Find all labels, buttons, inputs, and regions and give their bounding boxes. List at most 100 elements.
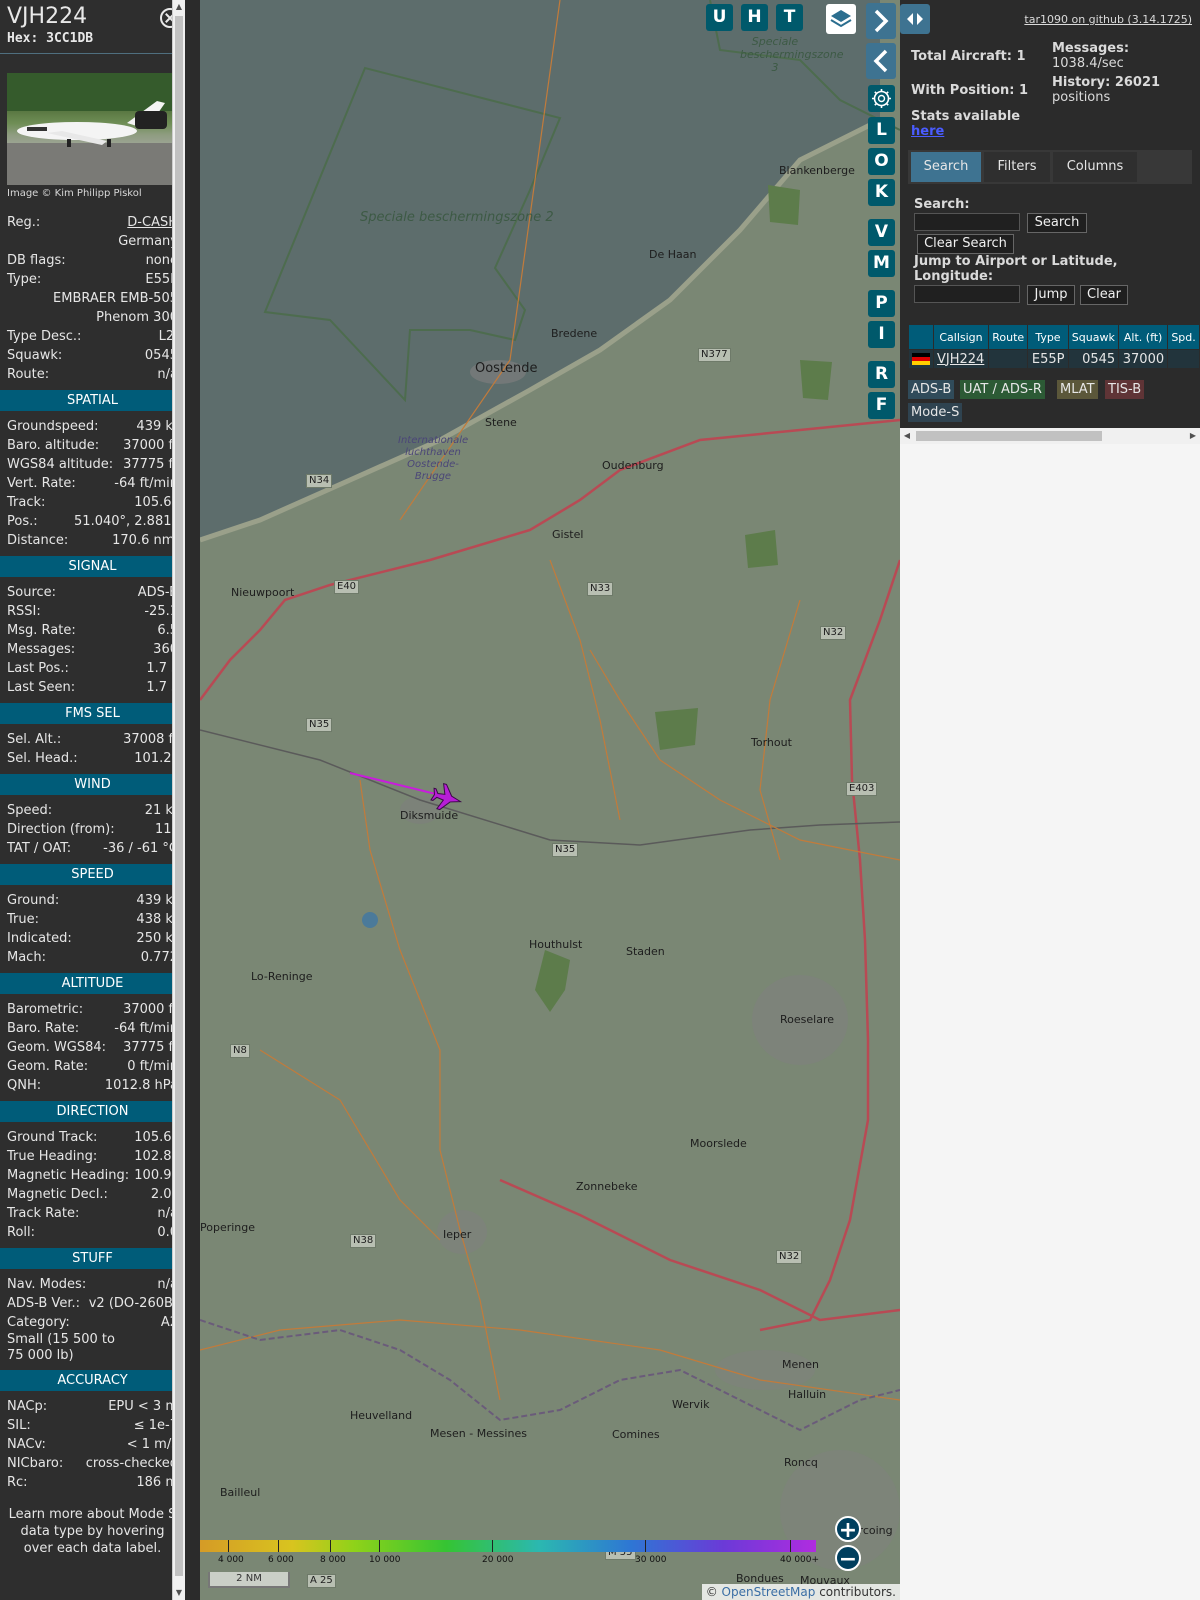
info-row: Sel. Head.: 101.2° (0, 749, 185, 768)
column-header-route[interactable]: Route (987, 324, 1029, 350)
altitude-legend-label: 8 000 (320, 1540, 346, 1565)
info-row-label: Magnetic Decl.: (7, 1187, 108, 1202)
info-row: Magnetic Heading: 100.9° (0, 1166, 185, 1185)
map-view[interactable]: Speciale beschermingszone 2 Speciale bes… (200, 0, 900, 1600)
info-row: Vert. Rate: -64 ft/min (0, 474, 185, 493)
info-row: Type: E55P (0, 270, 185, 289)
info-row-label: Roll: (7, 1225, 36, 1240)
zoom-out-button[interactable]: − (835, 1545, 861, 1572)
map-button-v[interactable]: V (868, 219, 895, 246)
tab-columns[interactable]: Columns (1053, 152, 1137, 182)
jump-input[interactable] (914, 285, 1020, 303)
scroll-right-icon[interactable]: ▶ (1186, 428, 1200, 444)
info-row: Sel. Alt.: 37008 ft (0, 730, 185, 749)
info-row-label: Baro. altitude: (7, 438, 100, 453)
info-row-label: True Heading: (7, 1149, 98, 1164)
column-header-speed[interactable]: Spd. (1167, 324, 1200, 350)
row-callsign[interactable]: VJH224 (933, 349, 989, 369)
zoom-in-button[interactable]: + (835, 1516, 861, 1543)
info-row-value: Germany (118, 234, 178, 249)
layers-button[interactable] (826, 4, 856, 34)
info-row-value: < 1 m/s (126, 1437, 178, 1452)
map-button-u[interactable]: U (706, 4, 733, 31)
info-row-label: WGS84 altitude: (7, 457, 114, 472)
info-row-label: Last Seen: (7, 680, 76, 695)
info-row-label: Type: (7, 272, 42, 287)
scroll-thumb[interactable] (916, 431, 1102, 441)
tab-filters[interactable]: Filters (984, 152, 1050, 182)
source-tag-tisb[interactable]: TIS-B (1105, 380, 1145, 399)
map-button-o[interactable]: O (868, 148, 895, 175)
scroll-left-icon[interactable]: ◀ (900, 428, 914, 444)
info-row-value[interactable]: D-CASH (127, 213, 178, 232)
column-header-flag[interactable] (908, 324, 934, 350)
info-row-label: True: (7, 912, 39, 927)
table-header-row: Callsign Route Type Squawk Alt. (ft) Spd… (908, 324, 1200, 350)
source-tag-adsb[interactable]: ADS-B (908, 380, 955, 399)
aircraft-table: Callsign Route Type Squawk Alt. (ft) Spd… (908, 324, 1200, 369)
road-badge: N32 (776, 1250, 803, 1264)
attribution-prefix: © (705, 1585, 722, 1599)
chevron-left-icon (873, 49, 888, 73)
column-header-callsign[interactable]: Callsign (933, 324, 989, 350)
map-button-k[interactable]: K (868, 179, 895, 206)
info-row: Germany (0, 232, 185, 251)
row-altitude: 37000 (1118, 349, 1169, 369)
source-tag-mlat[interactable]: MLAT (1057, 380, 1098, 399)
map-button-h[interactable]: H (741, 4, 768, 31)
map-button-i[interactable]: I (868, 321, 895, 348)
attribution-link[interactable]: OpenStreetMap (722, 1585, 816, 1599)
source-tag-uat[interactable]: UAT / ADS-R (960, 380, 1045, 399)
road-badge: E40 (334, 580, 360, 594)
aircraft-photo[interactable] (7, 73, 178, 185)
chevron-right-icon (874, 9, 889, 33)
info-scrollbar[interactable]: ▲ ▼ (172, 0, 185, 1600)
scale-bar: 2 NM (208, 1572, 290, 1588)
map-button-f[interactable]: F (868, 392, 895, 419)
source-tag-modes[interactable]: Mode-S (908, 403, 963, 422)
section-header: SPEED (0, 864, 185, 885)
attribution-suffix: contributors. (815, 1585, 896, 1599)
info-row: RSSI: -25.1 (0, 602, 185, 621)
clear-button[interactable]: Clear (1080, 285, 1128, 305)
info-row-label: Distance: (7, 533, 69, 548)
messages-rate: 1038.4/sec (1052, 56, 1124, 71)
collapse-left-icon[interactable] (866, 43, 896, 79)
info-row: NACp: EPU < 3 m (0, 1397, 185, 1416)
jump-button[interactable]: Jump (1027, 285, 1075, 305)
table-row[interactable]: VJH224 E55P 0545 37000 (908, 349, 1200, 369)
history-label: History: 26021 (1052, 75, 1161, 90)
scroll-up-icon[interactable]: ▲ (173, 0, 185, 14)
map-button-r[interactable]: R (868, 361, 895, 388)
place-label: Blankenberge (779, 164, 855, 177)
map-button-t[interactable]: T (776, 4, 803, 31)
map-button-l[interactable]: L (868, 117, 895, 144)
table-horizontal-scrollbar[interactable]: ◀ ▶ (900, 428, 1200, 444)
settings-button[interactable] (868, 85, 895, 112)
info-row-label: NACp: (7, 1399, 48, 1414)
scroll-down-icon[interactable]: ▼ (173, 1586, 185, 1600)
github-link[interactable]: tar1090 on github (3.14.1725) (1024, 13, 1192, 26)
toggle-sidebar-button[interactable] (900, 4, 930, 34)
map-button-p[interactable]: P (868, 290, 895, 317)
road-badge: N34 (306, 474, 333, 488)
search-input[interactable] (914, 213, 1020, 231)
info-row-label: Msg. Rate: (7, 623, 76, 638)
column-header-altitude[interactable]: Alt. (ft) (1118, 324, 1169, 350)
zone-label-3: Speciale beschermingszone 3 (740, 35, 844, 74)
column-header-type[interactable]: Type (1027, 324, 1069, 350)
section-header: SIGNAL (0, 556, 185, 577)
stats-link[interactable]: here (911, 124, 944, 139)
info-row-label: Ground: (7, 893, 60, 908)
altitude-color-legend (200, 1540, 816, 1552)
map-button-m[interactable]: M (868, 250, 895, 277)
scroll-thumb[interactable] (175, 16, 183, 1576)
column-header-squawk[interactable]: Squawk (1067, 324, 1120, 350)
clear-search-button[interactable]: Clear Search (917, 234, 1014, 254)
info-row-label: ADS-B Ver.: (7, 1296, 80, 1311)
search-button[interactable]: Search (1027, 213, 1087, 233)
place-label: Oostende (475, 361, 538, 376)
expand-right-icon[interactable] (866, 3, 896, 39)
tab-search[interactable]: Search (911, 152, 981, 182)
info-row-label: Last Pos.: (7, 661, 69, 676)
